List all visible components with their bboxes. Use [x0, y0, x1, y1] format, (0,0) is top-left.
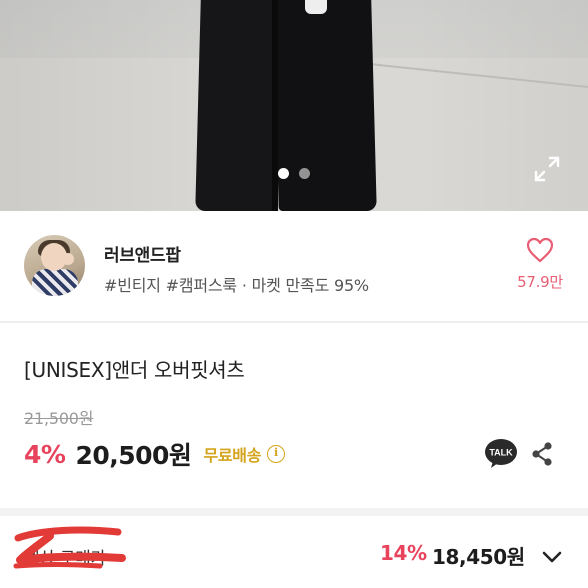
product-title: [UNISEX]앤더 오버핏셔츠 [24, 358, 245, 382]
gallery-dot-active[interactable] [278, 168, 289, 179]
shop-tags-satisfaction: #빈티지 #캠퍼스룩 · 마켓 만족도 95% [104, 276, 369, 295]
section-divider [0, 508, 588, 516]
like-count: 57.9만 [517, 273, 563, 291]
avatar-hand [62, 253, 74, 265]
shop-avatar[interactable] [24, 235, 85, 296]
expected-discount-rate: 14% [380, 541, 427, 565]
heart-outline-icon [526, 237, 554, 263]
talk-label: TALK [489, 448, 513, 458]
like-button[interactable]: 57.9만 [512, 237, 568, 301]
sale-price: 20,500원 [75, 441, 192, 470]
expected-price: 18,450원 [432, 545, 525, 569]
product-image-gallery[interactable] [0, 0, 588, 211]
chevron-down-icon[interactable] [539, 544, 565, 570]
gallery-pagination [0, 168, 588, 182]
expected-price-bar[interactable]: 예상 구매가 14% 18,450원 [0, 516, 588, 588]
redaction-scribble [13, 526, 126, 569]
info-icon[interactable]: i [267, 445, 286, 463]
expand-icon[interactable] [532, 154, 562, 184]
kakao-talk-button[interactable]: TALK [484, 437, 518, 471]
free-shipping-label: 무료배송 [203, 446, 262, 465]
photo-shirt-hem [305, 0, 327, 14]
original-price: 21,500원 [24, 409, 94, 428]
talk-bubble-icon: TALK [485, 439, 517, 468]
shop-info-row[interactable]: 러브앤드팝 #빈티지 #캠퍼스룩 · 마켓 만족도 95% 57.9만 [0, 211, 588, 323]
gallery-dot[interactable] [299, 168, 310, 179]
price-row: 4% 20,500원 무료배송 i [24, 437, 286, 471]
avatar-body [32, 269, 78, 296]
discount-rate: 4% [24, 439, 66, 469]
shop-name[interactable]: 러브앤드팝 [104, 241, 181, 266]
share-icon[interactable] [528, 440, 556, 468]
